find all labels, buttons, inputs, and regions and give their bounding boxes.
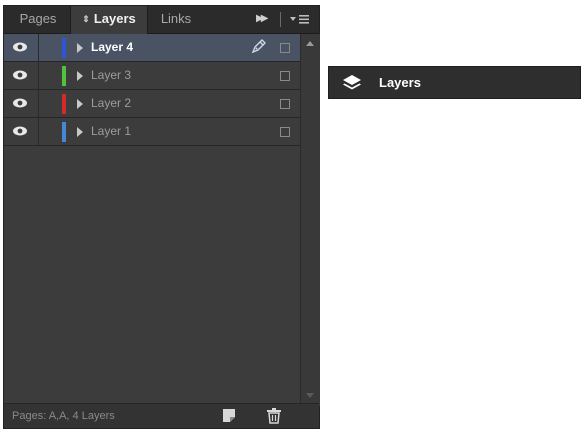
layers-panel: Pages ⇕ Layers Links ▶▶ Layer 4 Layer 3 …: [3, 5, 320, 429]
tab-layers[interactable]: ⇕ Layers: [70, 6, 148, 34]
scroll-down-arrow-icon[interactable]: [306, 393, 314, 398]
layer-row[interactable]: Layer 1: [4, 118, 300, 146]
eye-icon[interactable]: [10, 68, 30, 82]
panel-tab-bar: Pages ⇕ Layers Links ▶▶: [4, 6, 319, 34]
eye-icon[interactable]: [10, 96, 30, 110]
pen-icon: [249, 38, 267, 56]
layer-row[interactable]: Layer 4: [4, 34, 300, 62]
layers-stack-icon: [341, 72, 363, 94]
expand-arrow-icon[interactable]: [77, 99, 83, 109]
collapse-panel-button[interactable]: ▶▶: [256, 13, 269, 24]
layer-name[interactable]: Layer 2: [91, 96, 131, 110]
new-layer-button[interactable]: [221, 407, 237, 424]
scroll-up-arrow-icon[interactable]: [306, 41, 314, 46]
panel-footer: Pages: A,A, 4 Layers: [4, 403, 319, 428]
footer-status: Pages: A,A, 4 Layers: [12, 410, 115, 422]
selection-box[interactable]: [280, 43, 290, 53]
column-divider: [38, 62, 39, 89]
eye-icon[interactable]: [10, 40, 30, 54]
column-divider: [38, 118, 39, 145]
layer-color-swatch: [62, 122, 66, 142]
vertical-scrollbar[interactable]: [300, 34, 320, 406]
collapsed-layers-panel-button[interactable]: Layers: [328, 66, 581, 99]
expand-arrow-icon[interactable]: [77, 43, 83, 53]
expand-arrow-icon[interactable]: [77, 71, 83, 81]
tab-layers-label: Layers: [93, 11, 136, 26]
layer-name[interactable]: Layer 1: [91, 124, 131, 138]
delete-layer-button[interactable]: [266, 407, 282, 424]
layer-name[interactable]: Layer 4: [91, 40, 133, 54]
column-divider: [38, 90, 39, 117]
layer-row[interactable]: Layer 3: [4, 62, 300, 90]
eye-icon[interactable]: [10, 124, 30, 138]
expand-arrow-icon[interactable]: [77, 127, 83, 137]
updown-icon: ⇕: [82, 14, 90, 24]
panel-menu-button[interactable]: [288, 12, 312, 27]
selection-box[interactable]: [280, 71, 290, 81]
layer-name[interactable]: Layer 3: [91, 68, 131, 82]
selection-box[interactable]: [280, 99, 290, 109]
toolbar-divider: [280, 12, 281, 27]
new-layer-icon: [223, 409, 235, 422]
layer-color-swatch: [62, 94, 66, 114]
layer-color-swatch: [62, 38, 66, 58]
column-divider: [38, 34, 39, 61]
layer-color-swatch: [62, 66, 66, 86]
layer-row[interactable]: Layer 2: [4, 90, 300, 118]
layers-list: Layer 4 Layer 3 Layer 2 Layer 1: [4, 34, 300, 146]
trash-icon: [267, 408, 281, 424]
panel-menu-icon: [290, 15, 309, 24]
collapsed-panel-label: Layers: [379, 75, 421, 90]
tab-links[interactable]: Links: [154, 6, 198, 33]
selection-box[interactable]: [280, 127, 290, 137]
tab-pages[interactable]: Pages: [12, 6, 64, 33]
